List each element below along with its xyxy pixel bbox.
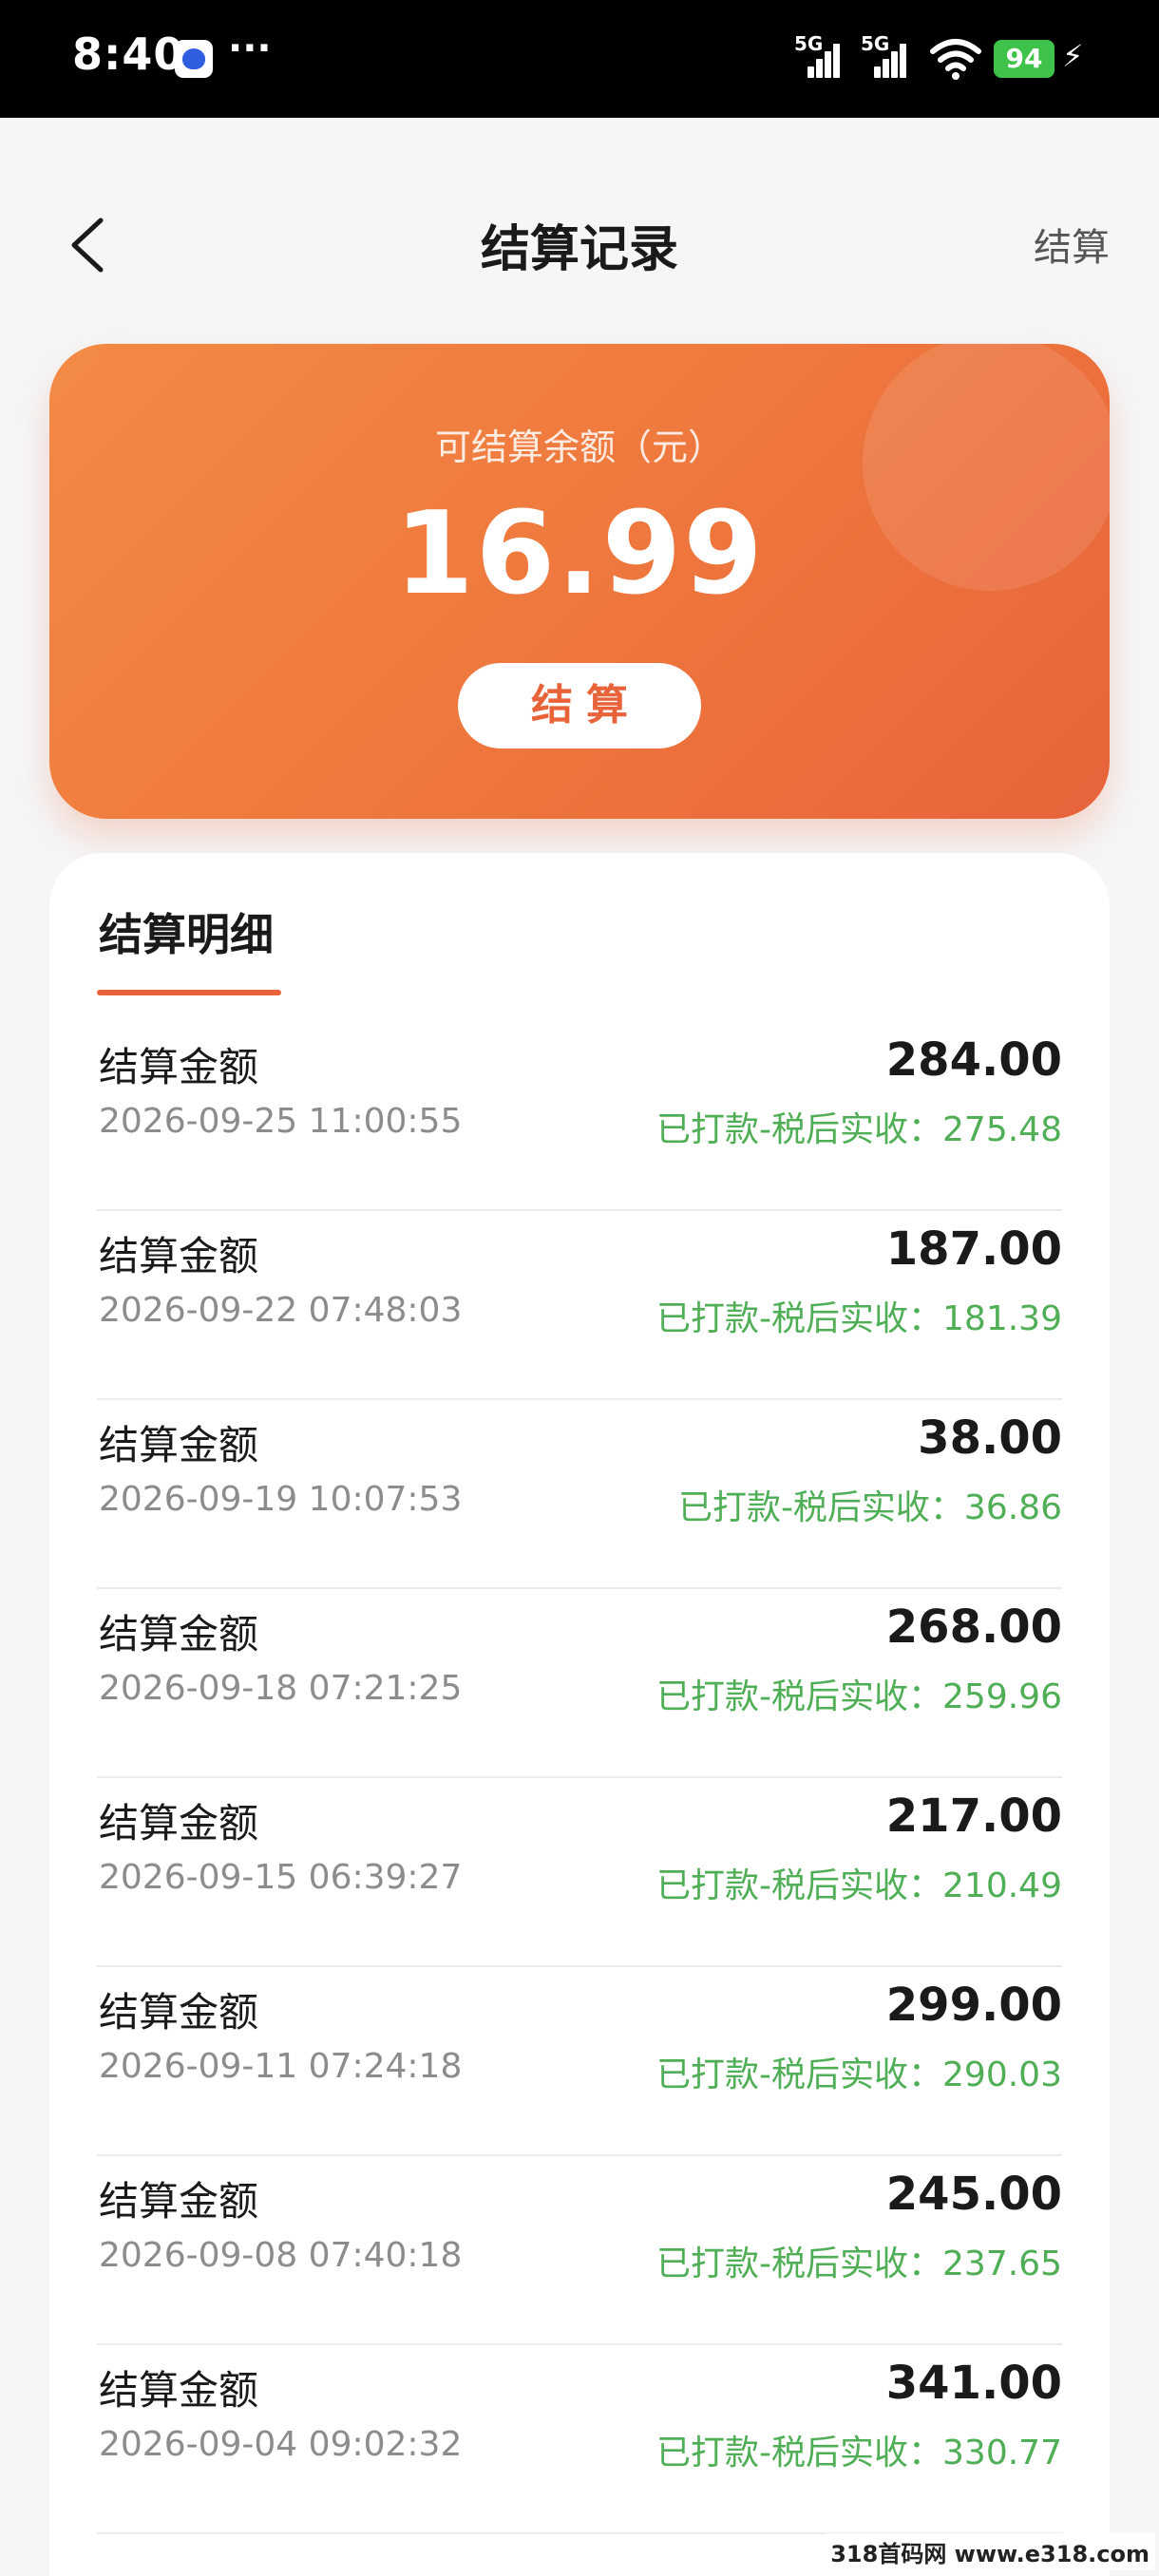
record-time: 2026-09-22 07:48:03 <box>99 1291 463 1330</box>
record-amount: 341.00 <box>885 2357 1062 2410</box>
record-status: 已打款-税后实收：259.96 <box>656 1677 1062 1716</box>
balance-label: 可结算余额（元） <box>434 426 724 468</box>
settlement-record[interactable]: 结算金额 2026-09-22 07:48:03 187.00 已打款-税后实收… <box>97 1211 1062 1400</box>
battery-indicator: 94 <box>994 40 1054 78</box>
record-status: 已打款-税后实收：237.65 <box>656 2245 1062 2283</box>
network-type-label: 5G <box>794 32 824 55</box>
balance-card: 可结算余额（元） 16.99 结算 <box>49 344 1110 819</box>
cellular-signal-icon: 5G <box>861 32 906 78</box>
settlement-details-panel: 结算明细 结算金额 2026-09-25 11:00:55 284.00 已打款… <box>49 853 1110 2576</box>
watermark-text: 318首码网 www.e318.com <box>825 2533 1155 2570</box>
record-status: 已打款-税后实收：275.48 <box>656 1110 1062 1149</box>
record-label: 结算金额 <box>99 1989 259 2036</box>
record-time: 2026-09-08 07:40:18 <box>99 2236 463 2275</box>
record-time: 2026-09-19 10:07:53 <box>99 1480 463 1519</box>
record-label: 结算金额 <box>99 2367 259 2414</box>
record-label: 结算金额 <box>99 1611 259 1657</box>
settlement-record[interactable]: 结算金额 2026-09-08 07:40:18 245.00 已打款-税后实收… <box>97 2156 1062 2345</box>
record-amount: 187.00 <box>885 1222 1062 1276</box>
settlement-record[interactable]: 结算金额 2026-09-18 07:21:25 268.00 已打款-税后实收… <box>97 1589 1062 1778</box>
record-status: 已打款-税后实收：210.49 <box>656 1866 1062 1905</box>
network-type-label: 5G <box>861 32 890 55</box>
nav-header: 结算记录 结算 <box>0 118 1159 365</box>
status-time: 8:40 <box>72 28 185 80</box>
record-label: 结算金额 <box>99 2178 259 2225</box>
cellular-signal-icon: 5G <box>794 32 840 78</box>
more-notifications-icon: ··· <box>228 27 272 70</box>
record-amount: 245.00 <box>885 2168 1062 2221</box>
page-title: 结算记录 <box>480 221 678 278</box>
details-title: 结算明细 <box>99 909 274 960</box>
bolt-icon: ⚡ <box>1062 38 1084 74</box>
record-time: 2026-09-25 11:00:55 <box>99 1102 463 1141</box>
record-time: 2026-09-04 09:02:32 <box>99 2425 463 2464</box>
status-bar: 8:40 ··· 5G 5G 94 ⚡ <box>0 0 1159 118</box>
record-label: 结算金额 <box>99 1233 259 1279</box>
record-label: 结算金额 <box>99 1044 259 1090</box>
record-status: 已打款-税后实收：290.03 <box>656 2055 1062 2094</box>
baidu-app-icon <box>175 40 213 78</box>
record-time: 2026-09-11 07:24:18 <box>99 2047 463 2086</box>
record-amount: 299.00 <box>885 1979 1062 2032</box>
settlement-record[interactable]: 结算金额 2026-09-15 06:39:27 217.00 已打款-税后实收… <box>97 1778 1062 1967</box>
settlement-record[interactable]: 结算金额 2026-09-04 09:02:32 341.00 已打款-税后实收… <box>97 2345 1062 2534</box>
record-amount: 268.00 <box>885 1601 1062 1654</box>
record-status: 已打款-税后实收：36.86 <box>677 1488 1062 1527</box>
record-time: 2026-09-15 06:39:27 <box>99 1858 463 1897</box>
settlement-record[interactable]: 结算金额 2026-09-25 11:00:55 284.00 已打款-税后实收… <box>97 1022 1062 1211</box>
record-amount: 38.00 <box>918 1411 1062 1465</box>
wifi-icon <box>930 39 981 80</box>
settle-button[interactable]: 结算 <box>458 663 701 748</box>
settlement-record[interactable]: 结算金额 2026-09-19 10:07:53 38.00 已打款-税后实收：… <box>97 1400 1062 1589</box>
settlement-record[interactable]: 结算金额 2026-09-11 07:24:18 299.00 已打款-税后实收… <box>97 1967 1062 2156</box>
record-status: 已打款-税后实收：181.39 <box>656 1299 1062 1338</box>
record-time: 2026-09-18 07:21:25 <box>99 1669 463 1708</box>
record-amount: 284.00 <box>885 1033 1062 1087</box>
balance-value: 16.99 <box>394 488 765 620</box>
record-label: 结算金额 <box>99 1800 259 1847</box>
settle-nav-button[interactable]: 结算 <box>1034 217 1110 272</box>
record-amount: 217.00 <box>885 1790 1062 1843</box>
record-label: 结算金额 <box>99 1422 259 1468</box>
record-status: 已打款-税后实收：330.77 <box>656 2434 1062 2472</box>
details-title-underline <box>97 990 281 995</box>
